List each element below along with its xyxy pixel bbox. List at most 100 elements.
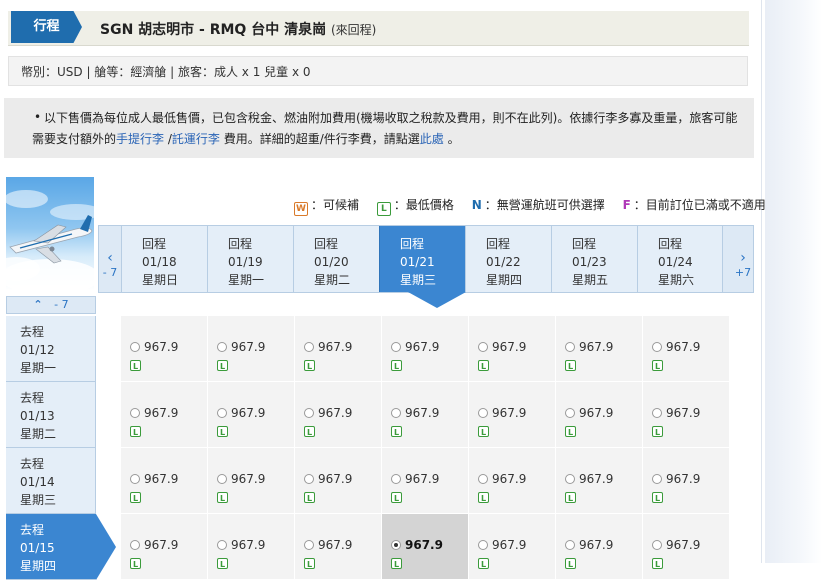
return-date-cell[interactable]: 回程 01/24 星期六: [637, 226, 723, 292]
fare-radio[interactable]: [130, 342, 140, 352]
fare-cell[interactable]: 967.9 L: [556, 514, 643, 580]
fare-radio[interactable]: [304, 342, 314, 352]
depart-label: 去程: [20, 391, 45, 405]
return-date-cell-selected[interactable]: 回程 01/21 星期三: [379, 226, 466, 308]
return-label: 回程: [486, 237, 511, 251]
return-date-cell[interactable]: 回程 01/23 星期五: [551, 226, 637, 292]
fare-cell[interactable]: 967.9 L: [295, 382, 382, 448]
fare-price: 967.9: [492, 472, 527, 486]
fare-price: 967.9: [144, 472, 179, 486]
return-date-cell[interactable]: 回程 01/20 星期二: [293, 226, 379, 292]
fare-price: 967.9: [666, 340, 701, 354]
fare-cell[interactable]: 967.9 L: [208, 448, 295, 514]
fare-radio[interactable]: [130, 408, 140, 418]
lowest-price-icon: L: [652, 426, 663, 437]
fare-cell[interactable]: 967.9 L: [556, 448, 643, 514]
fare-radio[interactable]: [478, 342, 488, 352]
fare-radio[interactable]: [130, 474, 140, 484]
fare-cell[interactable]: 967.9 L: [469, 514, 556, 580]
fare-cell[interactable]: 967.9 L: [382, 316, 469, 382]
fare-cell[interactable]: 967.9 L: [556, 382, 643, 448]
fare-cell[interactable]: 967.9 L: [643, 448, 730, 514]
fare-cell-selected[interactable]: 967.9 L: [382, 514, 469, 580]
return-date-cell[interactable]: 回程 01/22 星期四: [465, 226, 551, 292]
fare-price: 967.9: [231, 538, 266, 552]
lowest-price-icon: L: [391, 360, 402, 371]
route-type: (來回程): [330, 23, 377, 37]
lowest-price-icon: L: [391, 426, 402, 437]
fare-radio[interactable]: [304, 408, 314, 418]
fare-cell[interactable]: 967.9 L: [382, 448, 469, 514]
fare-cell[interactable]: 967.9 L: [208, 382, 295, 448]
fare-cell[interactable]: 967.9 L: [295, 316, 382, 382]
fare-cell[interactable]: 967.9 L: [121, 382, 208, 448]
depart-date-cell[interactable]: 去程 01/13 星期二: [6, 382, 96, 448]
return-date: 01/21: [400, 255, 435, 269]
fare-cell[interactable]: 967.9 L: [556, 316, 643, 382]
chevron-left-icon: ‹: [107, 250, 113, 266]
fare-price: 967.9: [405, 340, 440, 354]
fare-radio[interactable]: [391, 342, 401, 352]
fare-radio[interactable]: [217, 342, 227, 352]
fare-radio[interactable]: [652, 540, 662, 550]
return-label: 回程: [228, 237, 253, 251]
fare-radio[interactable]: [304, 474, 314, 484]
fare-cell[interactable]: 967.9 L: [295, 448, 382, 514]
depart-label: 去程: [20, 523, 45, 537]
return-prev-week-button[interactable]: ‹ - 7: [100, 250, 120, 279]
fare-radio[interactable]: [478, 540, 488, 550]
return-date-cell[interactable]: 回程 01/18 星期日: [121, 226, 207, 292]
depart-date-cell[interactable]: 去程 01/14 星期三: [6, 448, 96, 514]
fare-radio[interactable]: [565, 474, 575, 484]
fare-cell[interactable]: 967.9 L: [121, 316, 208, 382]
fare-cell[interactable]: 967.9 L: [121, 514, 208, 580]
fare-radio[interactable]: [478, 474, 488, 484]
excess-baggage-link[interactable]: 此處: [420, 132, 444, 146]
fare-radio[interactable]: [565, 342, 575, 352]
fare-cell[interactable]: 967.9 L: [643, 382, 730, 448]
depart-date-cell-selected[interactable]: 去程 01/15 星期四: [6, 514, 116, 580]
fare-cell[interactable]: 967.9 L: [295, 514, 382, 580]
fare-cell[interactable]: 967.9 L: [121, 448, 208, 514]
checked-baggage-link[interactable]: 託運行李: [172, 132, 220, 146]
lowest-price-icon: L: [304, 492, 315, 503]
fare-radio[interactable]: [391, 540, 401, 550]
carry-on-baggage-link[interactable]: 手提行李: [116, 132, 164, 146]
fare-radio[interactable]: [217, 408, 227, 418]
fare-radio[interactable]: [565, 540, 575, 550]
fare-radio[interactable]: [652, 408, 662, 418]
airplane-image: [6, 177, 94, 290]
return-weekday: 星期日: [142, 273, 179, 287]
fare-radio[interactable]: [652, 342, 662, 352]
fare-radio[interactable]: [565, 408, 575, 418]
fare-radio[interactable]: [391, 474, 401, 484]
fare-cell[interactable]: 967.9 L: [382, 382, 469, 448]
fare-radio[interactable]: [130, 540, 140, 550]
depart-label: 去程: [20, 325, 45, 339]
depart-prev-week-button[interactable]: ⌃ - 7: [6, 296, 96, 314]
fare-cell[interactable]: 967.9 L: [643, 514, 730, 580]
return-prev-label: - 7: [102, 266, 118, 279]
fare-radio[interactable]: [217, 474, 227, 484]
fare-cell[interactable]: 967.9 L: [208, 316, 295, 382]
return-date: 01/22: [486, 255, 521, 269]
fare-price: 967.9: [144, 340, 179, 354]
return-date: 01/20: [314, 255, 349, 269]
fare-radio[interactable]: [304, 540, 314, 550]
fare-radio[interactable]: [652, 474, 662, 484]
depart-date-cell[interactable]: 去程 01/12 星期一: [6, 316, 96, 382]
return-label: 回程: [142, 237, 167, 251]
fare-cell[interactable]: 967.9 L: [469, 448, 556, 514]
return-next-week-button[interactable]: › +7: [733, 250, 753, 279]
fare-radio[interactable]: [217, 540, 227, 550]
fare-radio[interactable]: [391, 408, 401, 418]
fare-radio[interactable]: [478, 408, 488, 418]
fare-cell[interactable]: 967.9 L: [469, 382, 556, 448]
fare-cell[interactable]: 967.9 L: [643, 316, 730, 382]
fare-cell[interactable]: 967.9 L: [469, 316, 556, 382]
depart-prev-label: - 7: [54, 298, 69, 311]
return-date-cell[interactable]: 回程 01/19 星期一: [207, 226, 293, 292]
page-side-gradient: [765, 0, 822, 563]
return-next-label: +7: [734, 266, 752, 279]
fare-cell[interactable]: 967.9 L: [208, 514, 295, 580]
